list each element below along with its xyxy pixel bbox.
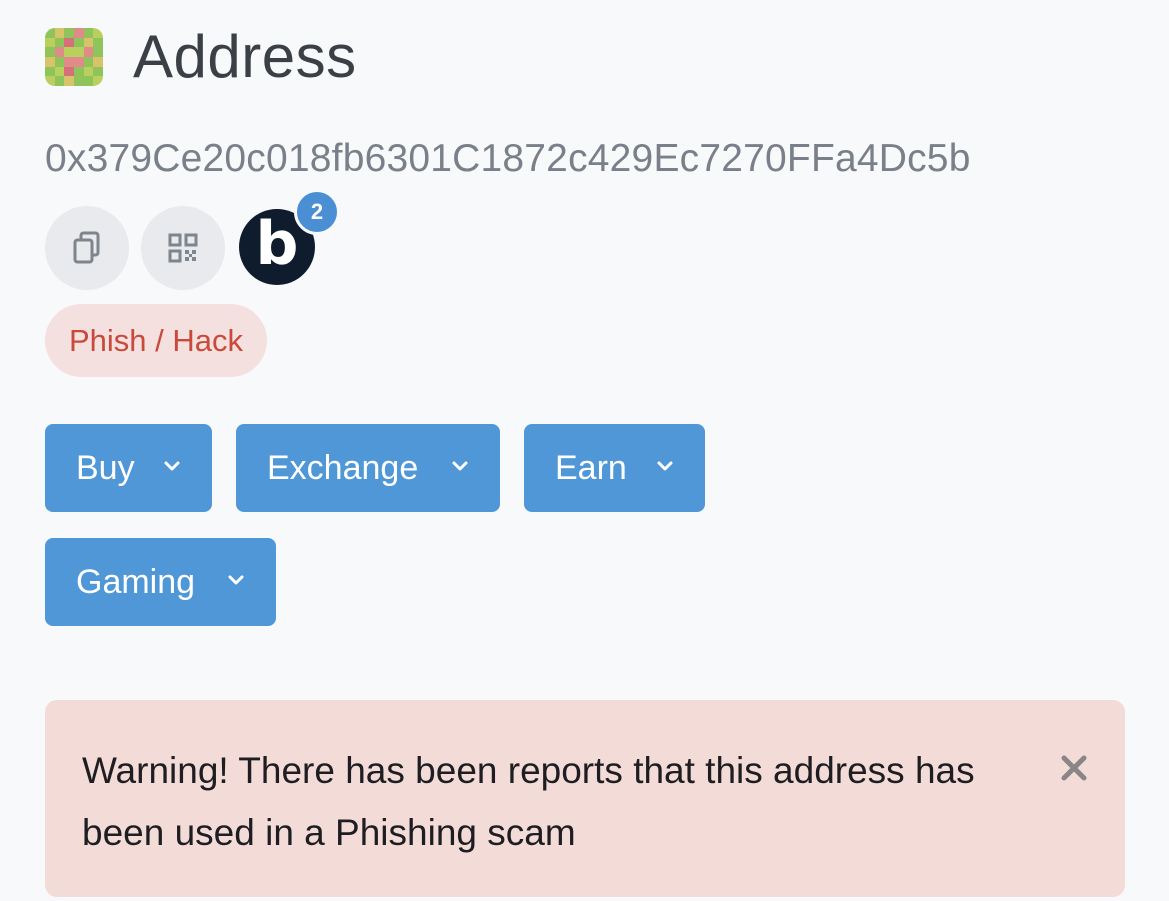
exchange-dropdown-button[interactable]: Exchange [236,424,500,512]
copy-icon [73,231,100,264]
phishing-warning-alert: Warning! There has been reports that thi… [45,700,1125,897]
notification-badge: 2 [294,189,340,235]
page-title: Address [133,23,357,90]
copy-address-button[interactable] [45,206,129,290]
chevron-down-icon [452,461,468,471]
buy-label: Buy [76,448,135,487]
chevron-down-icon [657,461,673,471]
chevron-down-icon [228,575,244,585]
earn-label: Earn [555,448,627,487]
qr-code-icon [168,233,198,263]
close-icon[interactable] [1059,753,1089,783]
wallet-address: 0x379Ce20c018fb6301C1872c429Ec7270FFa4Dc… [45,137,971,180]
gaming-label: Gaming [76,562,196,601]
qr-code-button[interactable] [141,206,225,290]
buy-dropdown-button[interactable]: Buy [45,424,212,512]
address-tools: b 2 [45,189,340,290]
chevron-down-icon [164,461,180,471]
page-header: Address [45,27,357,87]
blockscan-chat-button[interactable]: b 2 [239,189,340,287]
warning-message: Warning! There has been reports that thi… [82,750,975,853]
address-avatar [45,28,103,86]
earn-dropdown-button[interactable]: Earn [524,424,705,512]
phish-hack-tag[interactable]: Phish / Hack [45,304,268,377]
gaming-dropdown-button[interactable]: Gaming [45,538,276,626]
exchange-label: Exchange [267,448,419,487]
